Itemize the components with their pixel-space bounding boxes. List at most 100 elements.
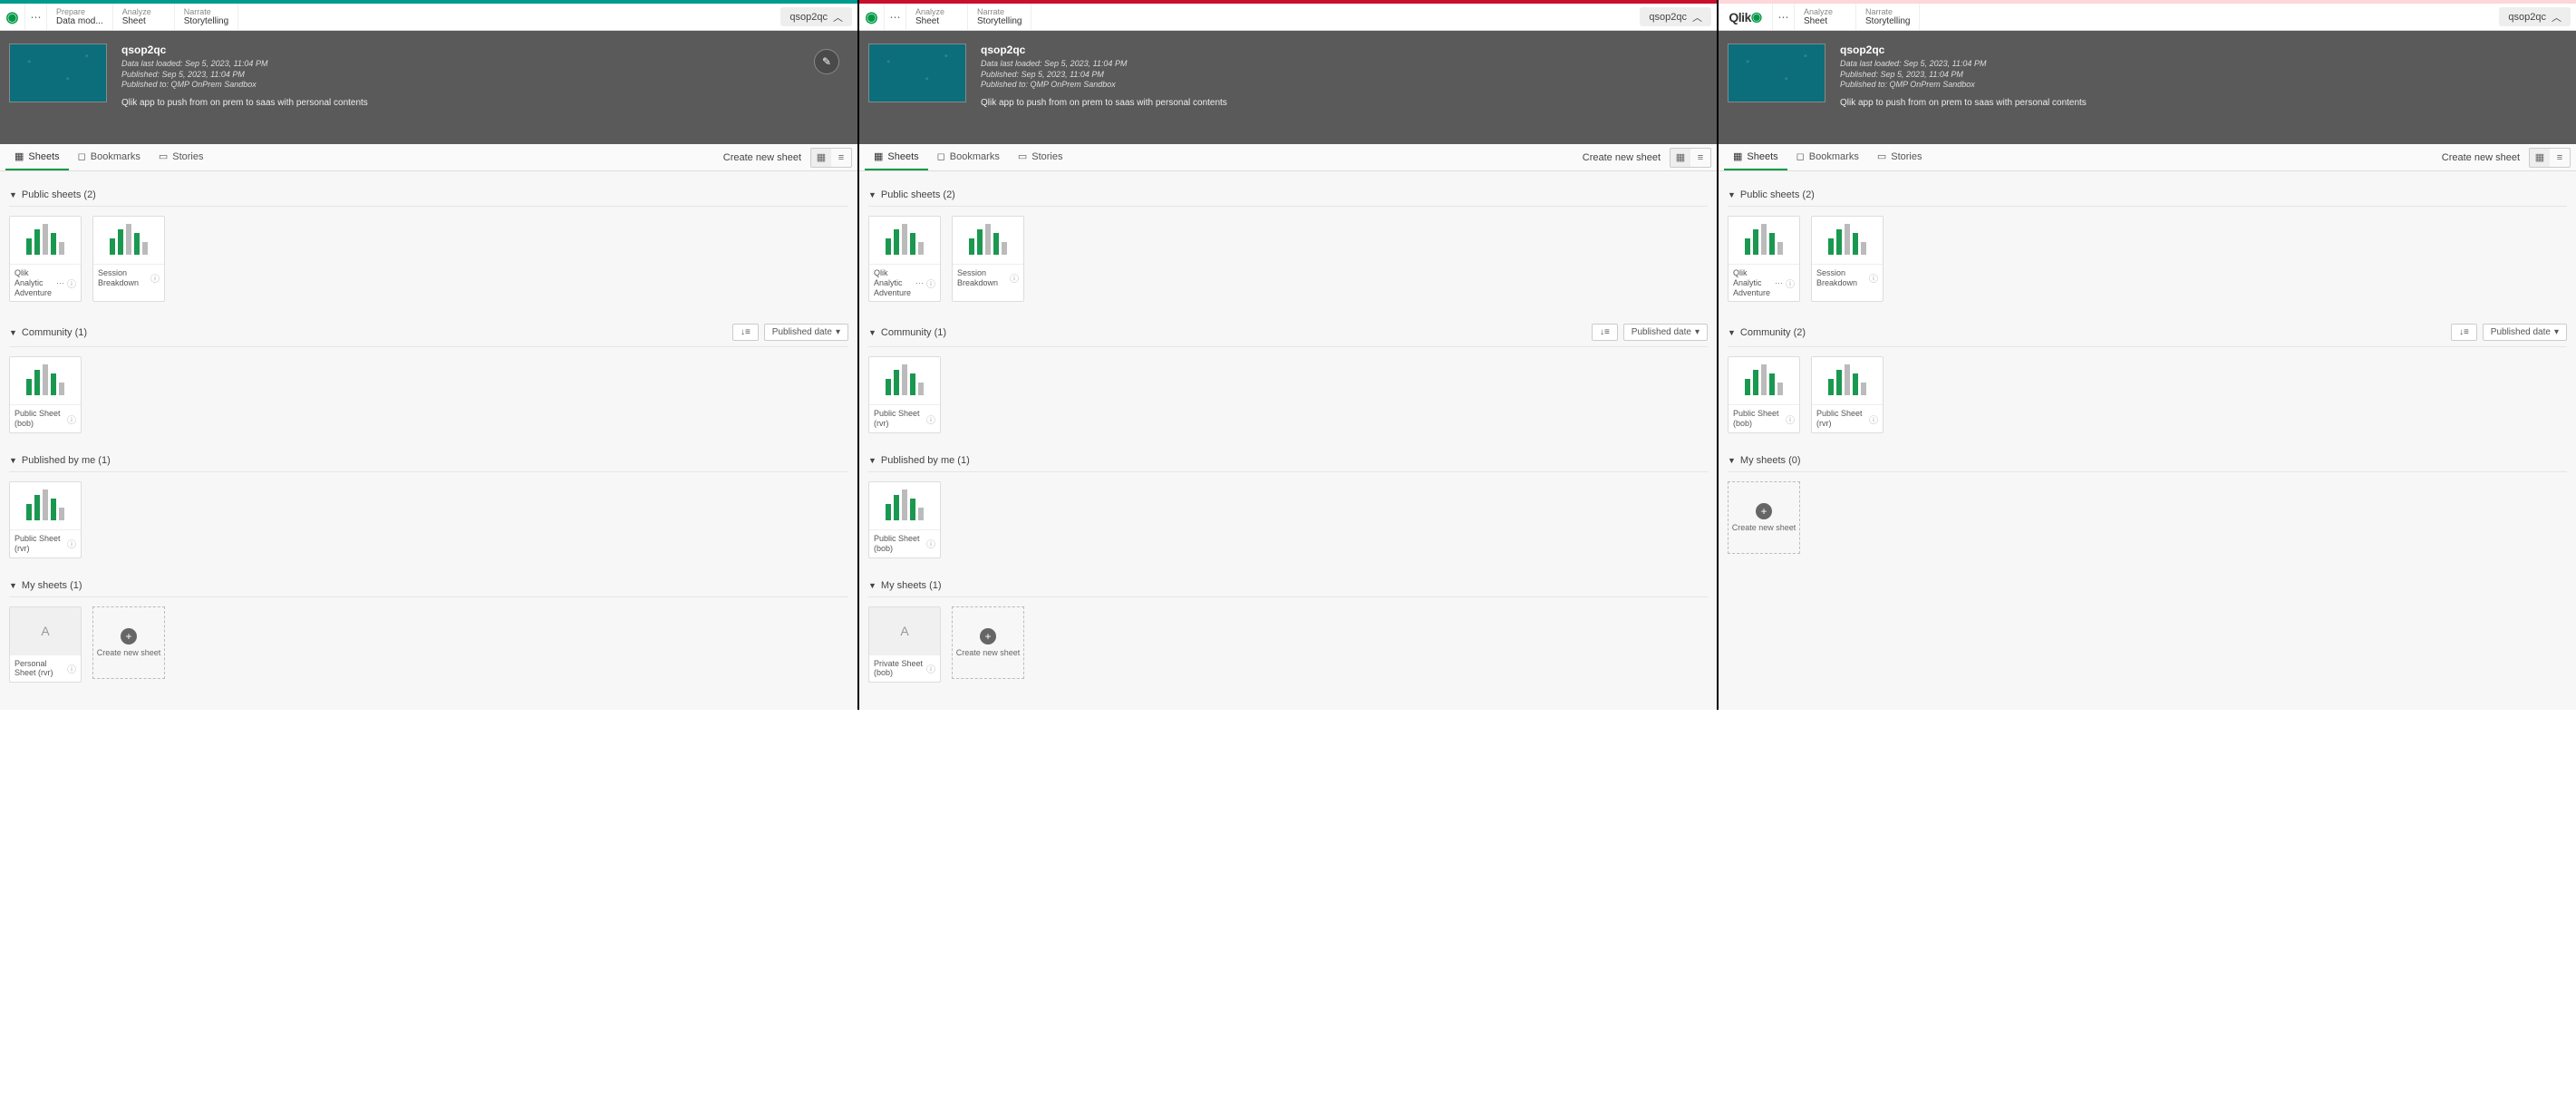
sheet-card[interactable]: Public Sheet (bob)ⓘ <box>1728 356 1800 433</box>
tab-sheets[interactable]: ▦Sheets <box>865 144 928 170</box>
app-dropdown[interactable]: qsop2qc ︿ <box>1640 7 1711 26</box>
app-dropdown[interactable]: qsop2qc ︿ <box>780 7 852 26</box>
section-header[interactable]: ▼ Community (1) ↓≡ Published date▾ <box>9 318 848 347</box>
tab-sheets[interactable]: ▦Sheets <box>1724 144 1787 170</box>
tab-stories[interactable]: ▭Stories <box>1009 144 1072 170</box>
sheet-card[interactable]: Public Sheet (rvr)ⓘ <box>868 356 941 433</box>
more-menu[interactable]: ⋯ <box>25 4 47 30</box>
list-view-button[interactable]: ≡ <box>1690 149 1710 167</box>
sort-dropdown[interactable]: Published date▾ <box>1623 324 1708 341</box>
create-sheet-card[interactable]: + Create new sheet <box>1728 481 1800 554</box>
sort-button[interactable]: ↓≡ <box>732 324 759 341</box>
sheet-card[interactable]: Session Breakdownⓘ <box>92 216 165 302</box>
subbar: ▦Sheets ◻Bookmarks ▭Stories Create new s… <box>1719 144 2576 171</box>
info-icon[interactable]: ⓘ <box>926 412 935 426</box>
section-header[interactable]: ▼ Public sheets (2) <box>9 184 848 207</box>
section-header[interactable]: ▼ My sheets (1) <box>9 575 848 597</box>
app-thumbnail <box>868 44 966 102</box>
more-icon[interactable]: ⋯ <box>1775 278 1783 288</box>
create-sheet-card[interactable]: + Create new sheet <box>92 606 165 679</box>
info-icon[interactable]: ⓘ <box>67 412 76 426</box>
section-header[interactable]: ▼ Published by me (1) <box>868 450 1708 472</box>
create-sheet-link[interactable]: Create new sheet <box>1574 152 1670 163</box>
sort-button[interactable]: ↓≡ <box>1592 324 1618 341</box>
info-icon[interactable]: ⓘ <box>926 537 935 550</box>
sheet-label: Public Sheet (bob) <box>1733 409 1783 429</box>
qlik-logo[interactable]: ◉ <box>859 4 885 30</box>
info-icon[interactable]: ⓘ <box>1786 276 1795 290</box>
app-thumbnail <box>1728 44 1825 102</box>
edit-button[interactable]: ✎ <box>814 49 839 74</box>
tab-sheets[interactable]: ▦Sheets <box>5 144 69 170</box>
nav-item[interactable]: Analyze Sheet <box>1795 4 1856 30</box>
grid-view-button[interactable]: ▦ <box>2530 149 2550 167</box>
more-icon[interactable]: ⋯ <box>56 278 64 288</box>
tab-bookmarks[interactable]: ◻Bookmarks <box>69 144 150 170</box>
sheet-card[interactable]: Qlik Analytic Adventure⋯ⓘ <box>868 216 941 302</box>
sheet-card[interactable]: A Private Sheet (bob)ⓘ <box>868 606 941 683</box>
section-header[interactable]: ▼ Published by me (1) <box>9 450 848 472</box>
info-icon[interactable]: ⓘ <box>926 662 935 675</box>
sheet-card[interactable]: Public Sheet (rvr)ⓘ <box>1811 356 1884 433</box>
sheet-label: Session Breakdown <box>98 268 148 288</box>
sheet-card[interactable]: Public Sheet (rvr)ⓘ <box>9 481 82 558</box>
sheet-card[interactable]: Public Sheet (bob)ⓘ <box>9 356 82 433</box>
info-icon[interactable]: ⓘ <box>1869 412 1878 426</box>
section-header[interactable]: ▼ Public sheets (2) <box>868 184 1708 207</box>
app-meta: Data last loaded: Sep 5, 2023, 11:04 PMP… <box>121 59 368 91</box>
nav-item[interactable]: Analyze Sheet <box>113 4 175 30</box>
list-view-button[interactable]: ≡ <box>831 149 851 167</box>
qlik-logo[interactable]: ◉ <box>0 4 25 30</box>
dropdown-label: qsop2qc <box>1649 12 1687 23</box>
section-header[interactable]: ▼ Community (2) ↓≡ Published date▾ <box>1728 318 2567 347</box>
section-header[interactable]: ▼ My sheets (0) <box>1728 450 2567 472</box>
bookmark-icon: ◻ <box>937 150 945 162</box>
info-icon[interactable]: ⓘ <box>67 662 76 675</box>
qlik-logo[interactable]: Qlik ◉ <box>1719 4 1773 30</box>
info-icon[interactable]: ⓘ <box>150 271 160 285</box>
section-header[interactable]: ▼ Community (1) ↓≡ Published date▾ <box>868 318 1708 347</box>
sort-button[interactable]: ↓≡ <box>2451 324 2477 341</box>
tab-stories[interactable]: ▭Stories <box>1868 144 1932 170</box>
nav-item[interactable]: Narrate Storytelling <box>968 4 1031 30</box>
info-icon[interactable]: ⓘ <box>926 276 935 290</box>
nav-top: Analyze <box>1804 7 1846 16</box>
info-icon[interactable]: ⓘ <box>1786 412 1795 426</box>
more-menu[interactable]: ⋯ <box>1773 4 1795 30</box>
sheet-card[interactable]: Public Sheet (bob)ⓘ <box>868 481 941 558</box>
sheet-card[interactable]: A Personal Sheet (rvr)ⓘ <box>9 606 82 683</box>
sort-dropdown[interactable]: Published date▾ <box>2483 324 2567 341</box>
section-header[interactable]: ▼ My sheets (1) <box>868 575 1708 597</box>
sheet-card[interactable]: Session Breakdownⓘ <box>1811 216 1884 302</box>
info-icon[interactable]: ⓘ <box>67 276 76 290</box>
nav-item[interactable]: Narrate Storytelling <box>175 4 238 30</box>
nav-top: Narrate <box>977 7 1022 16</box>
create-sheet-card[interactable]: + Create new sheet <box>952 606 1024 679</box>
info-icon[interactable]: ⓘ <box>1010 271 1019 285</box>
info-icon[interactable]: ⓘ <box>1869 271 1878 285</box>
grid-view-button[interactable]: ▦ <box>811 149 831 167</box>
sheet-card[interactable]: Qlik Analytic Adventure⋯ⓘ <box>9 216 82 302</box>
nav-top: Analyze <box>915 7 958 16</box>
sheet-card[interactable]: Qlik Analytic Adventure⋯ⓘ <box>1728 216 1800 302</box>
create-sheet-link[interactable]: Create new sheet <box>2433 152 2529 163</box>
stories-icon: ▭ <box>1877 150 1886 162</box>
tab-bookmarks[interactable]: ◻Bookmarks <box>928 144 1009 170</box>
grid-view-button[interactable]: ▦ <box>1671 149 1690 167</box>
tab-bookmarks[interactable]: ◻Bookmarks <box>1787 144 1868 170</box>
more-menu[interactable]: ⋯ <box>885 4 906 30</box>
create-sheet-link[interactable]: Create new sheet <box>714 152 810 163</box>
app-dropdown[interactable]: qsop2qc ︿ <box>2499 7 2571 26</box>
list-view-button[interactable]: ≡ <box>2550 149 2570 167</box>
cards-row: Qlik Analytic Adventure⋯ⓘ Session Breakd… <box>1728 207 2567 311</box>
nav-item[interactable]: Prepare Data mod... <box>47 4 113 30</box>
info-icon[interactable]: ⓘ <box>67 537 76 550</box>
tab-stories[interactable]: ▭Stories <box>150 144 213 170</box>
sheet-card[interactable]: Session Breakdownⓘ <box>952 216 1024 302</box>
section-title: Community (1) <box>22 327 87 338</box>
nav-item[interactable]: Narrate Storytelling <box>1856 4 1920 30</box>
nav-item[interactable]: Analyze Sheet <box>906 4 968 30</box>
section-header[interactable]: ▼ Public sheets (2) <box>1728 184 2567 207</box>
sort-dropdown[interactable]: Published date▾ <box>764 324 848 341</box>
more-icon[interactable]: ⋯ <box>915 278 924 288</box>
